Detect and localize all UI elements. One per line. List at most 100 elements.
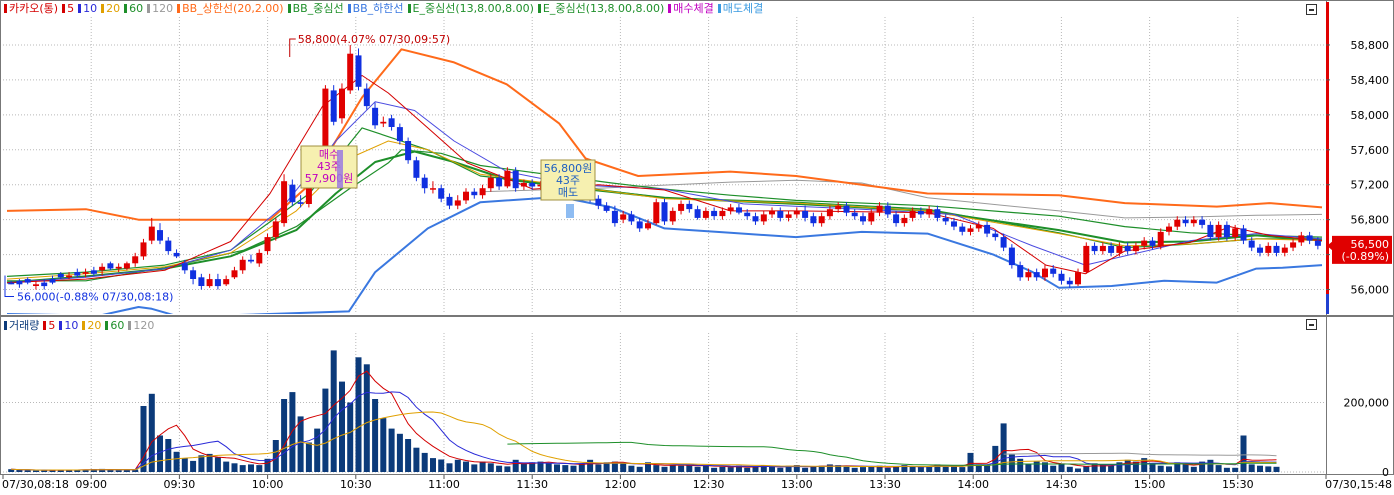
candle-body	[1306, 235, 1313, 241]
candle-body	[769, 210, 775, 215]
legend-label: 120	[133, 319, 155, 332]
volume-bar	[810, 466, 817, 472]
volume-bar	[1025, 464, 1032, 472]
volume-bar	[281, 399, 288, 472]
volume-tick-label: 200,000	[1344, 397, 1390, 410]
price-panel-minimize-button[interactable]	[1306, 4, 1317, 15]
legend-item[interactable]: BB_상한선(20,2.00)	[177, 2, 284, 15]
volume-bar	[661, 466, 668, 472]
candle-body	[1232, 228, 1239, 238]
price-panel-frame	[0, 0, 1394, 316]
candle-body	[653, 202, 660, 224]
legend-label: 10	[83, 2, 98, 15]
candle-body	[223, 279, 230, 285]
volume-bar	[777, 467, 784, 472]
volume-bar	[115, 470, 122, 472]
legend-swatch	[101, 4, 105, 13]
volume-bar	[396, 433, 403, 472]
volume-bar	[330, 350, 337, 472]
legend-label: 거래량	[9, 319, 40, 332]
legend-item[interactable]: 60	[105, 319, 124, 332]
buy-marker	[337, 150, 343, 188]
sell-box-line: 매도	[558, 186, 578, 199]
low-annotation: 56,000(-0.88% 07/30,08:18)	[17, 291, 173, 304]
legend-item[interactable]: 매수체결	[668, 2, 714, 15]
volume-bar	[173, 451, 180, 472]
candle-body	[711, 210, 718, 217]
candle-body	[901, 217, 908, 224]
candle-body	[992, 233, 999, 238]
legend-swatch	[177, 4, 181, 13]
volume-bar	[223, 461, 230, 472]
volume-bar	[372, 399, 379, 472]
volume-bar	[512, 459, 519, 472]
candle-body	[123, 263, 130, 269]
legend-item[interactable]: BB_하한선	[347, 2, 404, 15]
legend-item[interactable]: 5	[43, 319, 55, 332]
legend-item[interactable]: 거래량	[4, 319, 39, 332]
legend-item[interactable]: E_중심선(13,8.00,8.00)	[407, 2, 534, 15]
candle-body	[1050, 268, 1057, 274]
candle-body	[430, 188, 436, 190]
chart-svg[interactable]: 07/30,08:18 09:00 09:30 10:00 10:30 11:00 11:3…	[0, 0, 1394, 492]
legend-swatch	[59, 321, 63, 330]
legend-item[interactable]: 5	[62, 2, 74, 15]
candle-body	[496, 177, 503, 187]
volume-bar	[1124, 459, 1131, 472]
legend-item[interactable]: 60	[124, 2, 143, 15]
volume-bar	[868, 466, 875, 472]
volume-bar	[694, 466, 701, 472]
volume-bar	[479, 461, 486, 472]
volume-bar	[380, 418, 387, 472]
candle-body	[504, 170, 511, 187]
legend-item[interactable]: 10	[59, 319, 78, 332]
candle-body	[396, 127, 403, 142]
candle-body	[330, 90, 337, 122]
candle-body	[719, 210, 726, 217]
candle-body	[744, 212, 751, 217]
legend-item[interactable]: BB_중심선	[287, 2, 344, 15]
volume-bar	[1033, 461, 1040, 472]
volume-bar	[554, 464, 560, 472]
stock-chart[interactable]: 07/30,08:18 09:00 09:30 10:00 10:30 11:00 11:3…	[0, 0, 1394, 492]
volume-bar	[520, 463, 527, 472]
legend-item[interactable]: 카카오(통)	[4, 2, 58, 15]
legend-item[interactable]: 20	[82, 319, 101, 332]
volume-bar	[231, 463, 238, 472]
volume-bar	[496, 465, 503, 472]
legend-item[interactable]: 매도체결	[717, 2, 764, 15]
candle-body	[173, 252, 180, 257]
volume-bar	[438, 459, 445, 472]
volume-bar	[1248, 464, 1255, 472]
x-tick-label: 14:00	[957, 478, 989, 491]
candle-body	[272, 221, 279, 238]
x-tick-label: 11:00	[428, 478, 460, 491]
candle-body	[1174, 219, 1181, 227]
legend-label: 매도체결	[722, 2, 764, 15]
volume-bar	[165, 439, 172, 472]
volume-bar	[884, 467, 891, 472]
candle-body	[942, 217, 949, 222]
volume-bar	[1066, 466, 1073, 472]
candle-body	[463, 191, 469, 201]
legend-item[interactable]: 10	[78, 2, 97, 15]
candle-body	[281, 181, 288, 224]
volume-bar	[1207, 459, 1214, 472]
legend-item[interactable]: 20	[101, 2, 120, 15]
candle-body	[843, 205, 850, 213]
candle-body	[198, 277, 205, 286]
x-tick-label: 10:30	[340, 478, 372, 491]
volume-bar	[959, 467, 966, 472]
legend-item[interactable]: 120	[128, 319, 154, 332]
volume-panel-minimize-button[interactable]	[1306, 319, 1317, 330]
candle-body	[264, 237, 271, 252]
candle-body	[1298, 235, 1305, 243]
candle-body	[33, 284, 39, 286]
legend-item[interactable]: E_중심선(13,8.00,8.00)	[537, 2, 664, 15]
legend-label: 20	[106, 2, 121, 15]
volume-bar	[1215, 465, 1222, 472]
candle-body	[90, 270, 97, 274]
candle-body	[760, 214, 767, 222]
candle-body	[1223, 224, 1230, 238]
legend-item[interactable]: 120	[147, 2, 173, 15]
